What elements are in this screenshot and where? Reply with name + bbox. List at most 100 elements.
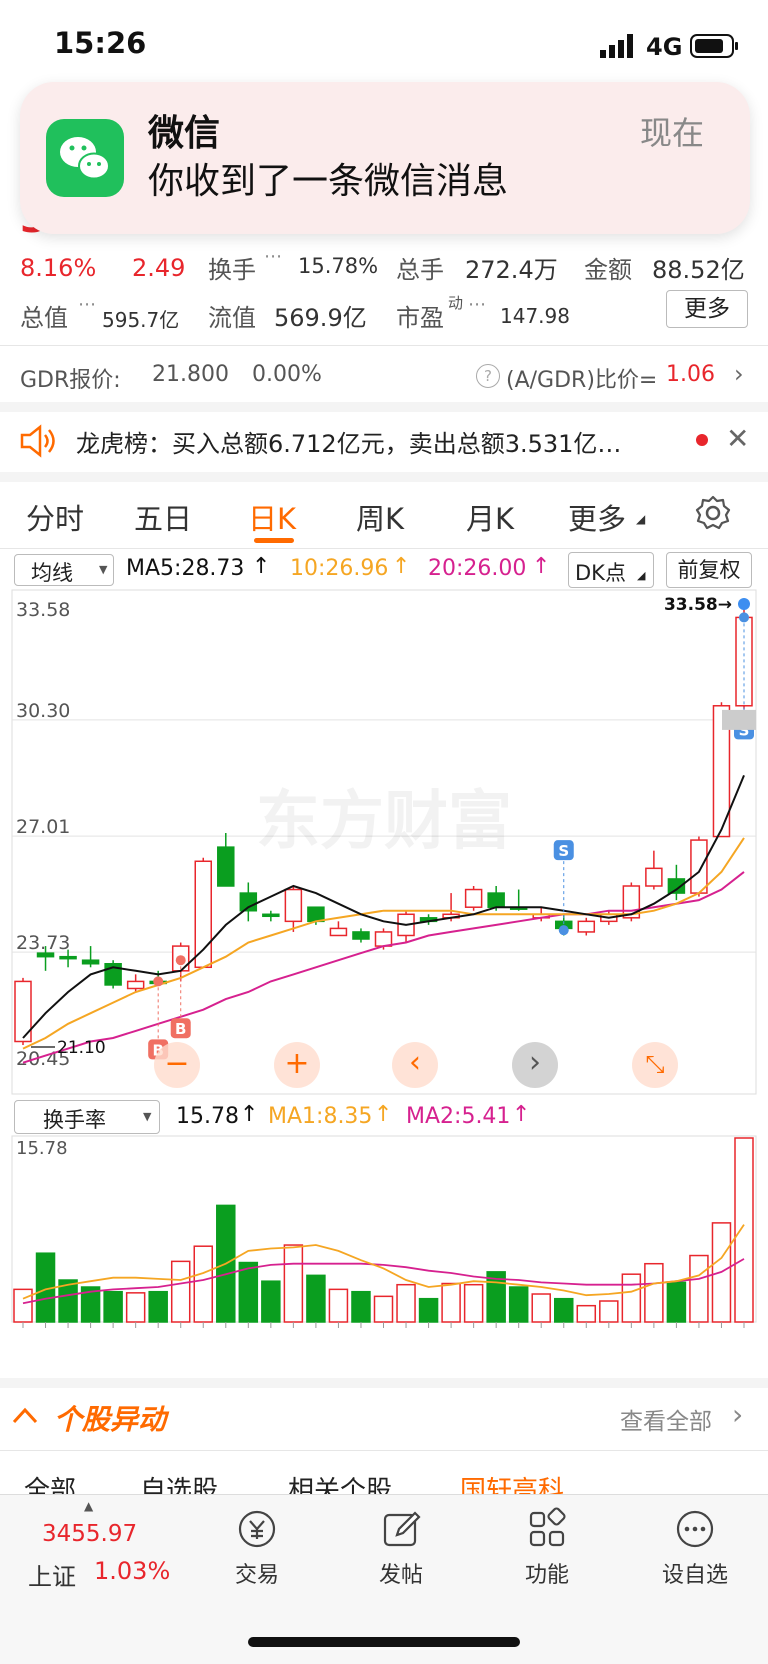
caret-icon: ◢ [637, 569, 646, 582]
turnover-bar [554, 1297, 574, 1323]
turnover-bar [170, 1260, 191, 1323]
nav-post-label: 发帖 [378, 1563, 423, 1588]
wechat-icon [46, 119, 124, 197]
tab-five-day[interactable]: 五日 [134, 496, 192, 538]
candle-body [464, 888, 483, 908]
fullscreen-button[interactable]: ⤡ [632, 1042, 678, 1088]
signal-icon [600, 34, 640, 58]
volume-label: 总手 [396, 256, 444, 284]
dk-label: DK点 [575, 561, 626, 585]
up-arrow-icon: ↑ [374, 1102, 393, 1127]
zoom-out-button[interactable]: − [154, 1042, 200, 1088]
info-icon[interactable]: ⋯ [468, 294, 486, 315]
volume-selector-label: 换手率 [43, 1108, 106, 1132]
turnover-bar [689, 1254, 709, 1323]
nav-trade[interactable]: 交易 [202, 1507, 312, 1589]
up-arrow-icon: ↑ [512, 1102, 531, 1127]
candle-body [352, 931, 370, 940]
period-tabs: 分时 五日 日K 周K 月K 更多 ◢ [0, 490, 768, 550]
ma-selector-label: 均线 [31, 561, 73, 585]
chevron-right-icon[interactable]: › [734, 360, 744, 388]
tab-weekly-k[interactable]: 周K [356, 496, 404, 538]
candle-body [217, 846, 235, 887]
view-all-link[interactable]: 查看全部 [620, 1402, 712, 1436]
tab-daily-k[interactable]: 日K [248, 496, 296, 538]
turnover-bar [599, 1300, 619, 1323]
candle-body [645, 867, 663, 887]
index-name: 上证 [28, 1563, 76, 1591]
turnover-chart[interactable]: 15.7820250509202505232025061020250625 [0, 1134, 768, 1334]
gear-icon[interactable] [694, 494, 732, 532]
info-icon[interactable]: ⋯ [264, 246, 282, 267]
volume-axis-label: 15.78 [16, 1138, 68, 1159]
price-axis-label: 27.01 [16, 816, 70, 838]
nav-functions[interactable]: 功能 [492, 1507, 602, 1589]
turnover-bar [13, 1288, 33, 1323]
tab-more[interactable]: 更多 [568, 496, 626, 538]
candle-body [487, 892, 505, 908]
price-axis-label: 33.58 [16, 599, 70, 621]
more-button[interactable]: 更多 [666, 290, 748, 328]
tab-intraday[interactable]: 分时 [26, 496, 84, 538]
price-axis-label: 30.30 [16, 700, 70, 722]
divider [0, 472, 768, 482]
wechat-notification[interactable]: 微信 你收到了一条微信消息 现在 [20, 82, 750, 234]
collapse-icon[interactable] [10, 1400, 40, 1430]
battery-icon [690, 34, 740, 58]
turnover-rate-value: 15.78 [176, 1104, 239, 1129]
tab-indicator [254, 538, 294, 543]
pe-label: 市盈 [396, 304, 444, 332]
mktcap-value: 595.7亿 [102, 308, 180, 332]
index-value[interactable]: 3455.97 [42, 1521, 137, 1547]
scroll-right-button[interactable]: › [512, 1042, 558, 1088]
nav-post[interactable]: 发帖 [346, 1507, 456, 1589]
status-bar: 15:26 4G [0, 0, 768, 90]
dropdown-icon: ▼ [99, 563, 108, 576]
scroll-left-button[interactable]: ‹ [392, 1042, 438, 1088]
nav-trade-label: 交易 [234, 1563, 279, 1588]
bottom-nav: ▲ 3455.97 上证 1.03% 交易 发帖 功能 设自选 [0, 1494, 768, 1664]
gdr-label: GDR报价: [20, 368, 121, 393]
zoom-in-button[interactable]: + [274, 1042, 320, 1088]
candle-body [690, 839, 708, 894]
volume-indicator-selector[interactable]: 换手率 ▼ [14, 1100, 160, 1134]
turnover-bar [621, 1273, 642, 1323]
candlestick-chart[interactable]: 33.5830.3027.0123.7320.45东方财富33.58→21.10… [0, 588, 768, 1098]
turnover-bar [418, 1297, 439, 1323]
home-indicator [248, 1637, 520, 1647]
adjust-selector[interactable]: 前复权 [666, 552, 752, 588]
turnover-bar [238, 1261, 259, 1323]
turnover-bar [306, 1274, 326, 1323]
close-icon[interactable]: ✕ [726, 422, 749, 455]
ma5-value: MA5:28.73 [126, 556, 245, 581]
gdr-ratio-label: (A/GDR)比价= [506, 368, 658, 393]
change-value: 2.49 [132, 254, 186, 282]
candle-body [194, 860, 212, 969]
movement-title: 个股异动 [54, 1403, 167, 1436]
gdr-ratio: 1.06 [666, 362, 715, 387]
nav-add-watchlist[interactable]: 设自选 [640, 1507, 750, 1589]
turnover-bar [396, 1283, 416, 1323]
notification-app: 微信 [148, 113, 221, 154]
turnover-bar [125, 1292, 146, 1323]
dragon-tiger-text[interactable]: 龙虎榜：买入总额6.712亿元，卖出总额3.531亿… [76, 424, 621, 459]
change-pct: 8.16% [20, 254, 97, 282]
signal-dot [558, 925, 569, 936]
candle-body [577, 920, 596, 933]
nav-functions-label: 功能 [524, 1563, 569, 1588]
amount-value: 88.52亿 [652, 256, 745, 284]
dropdown-icon: ▼ [143, 1110, 152, 1123]
turnover-bar [261, 1280, 281, 1323]
chevron-right-icon[interactable]: › [732, 1398, 743, 1431]
more-dots-icon [676, 1510, 714, 1548]
tab-monthly-k[interactable]: 月K [466, 496, 514, 538]
help-icon[interactable]: ? [476, 364, 500, 388]
turnover-value: 15.78% [298, 254, 379, 278]
info-icon[interactable]: ⋯ [78, 294, 96, 315]
candle-body [59, 955, 77, 960]
candle-body [36, 952, 55, 958]
turnover-bar [734, 1137, 754, 1323]
trade-icon [238, 1510, 276, 1548]
dk-point-selector[interactable]: DK点 ◢ [568, 552, 654, 588]
ma-selector[interactable]: 均线 ▼ [14, 554, 114, 586]
